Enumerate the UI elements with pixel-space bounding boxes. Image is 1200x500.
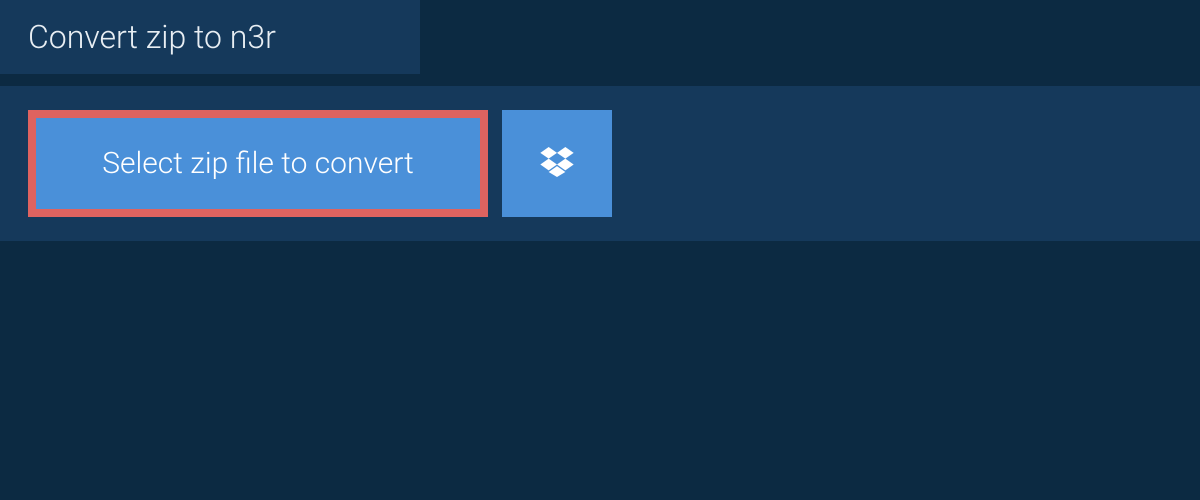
select-file-button[interactable]: Select zip file to convert <box>28 110 488 217</box>
page-title-tab: Convert zip to n3r <box>0 0 420 74</box>
select-file-button-label: Select zip file to convert <box>102 146 413 181</box>
dropbox-icon <box>537 142 577 186</box>
button-row: Select zip file to convert <box>28 110 1172 217</box>
dropbox-button[interactable] <box>502 110 612 217</box>
page-title: Convert zip to n3r <box>28 18 276 56</box>
upload-panel: Select zip file to convert <box>0 86 1200 241</box>
